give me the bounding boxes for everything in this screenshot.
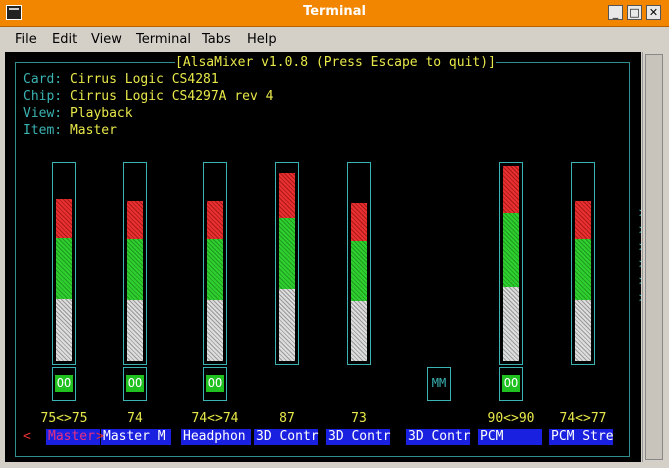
mute-toggle[interactable]: MM bbox=[427, 367, 451, 401]
level-fill-high bbox=[575, 200, 591, 240]
maximize-button[interactable]: □ bbox=[627, 5, 642, 20]
mute-state: OO bbox=[206, 375, 224, 392]
selection-arrow: > bbox=[96, 429, 104, 444]
menu-file[interactable]: File bbox=[15, 32, 37, 47]
level-fill-mid bbox=[56, 237, 72, 300]
menu-tabs[interactable]: Tabs bbox=[202, 32, 231, 47]
level-fill-low bbox=[207, 300, 223, 361]
volume-slider[interactable] bbox=[203, 162, 227, 365]
volume-slider[interactable] bbox=[347, 162, 371, 365]
volume-slider[interactable] bbox=[52, 162, 76, 365]
volume-slider[interactable] bbox=[123, 162, 147, 365]
level-fill-low bbox=[279, 289, 295, 361]
title-bar[interactable]: Terminal _ □ ✕ bbox=[0, 0, 669, 27]
info-view: View: Playback bbox=[23, 106, 133, 121]
channel-label[interactable]: PCM bbox=[478, 429, 542, 445]
mute-state: OO bbox=[55, 375, 73, 392]
volume-slider[interactable] bbox=[275, 162, 299, 365]
volume-value: 74<>77 bbox=[559, 411, 607, 426]
info-card: Card: Cirrus Logic CS4281 bbox=[23, 72, 219, 87]
volume-value: 74 bbox=[127, 411, 143, 426]
level-fill-high bbox=[127, 200, 143, 240]
minimize-button[interactable]: _ bbox=[608, 5, 623, 20]
volume-value: 90<>90 bbox=[487, 411, 535, 426]
info-item: Item: Master bbox=[23, 123, 117, 138]
level-fill-mid bbox=[503, 212, 519, 287]
mute-toggle[interactable]: OO bbox=[52, 367, 76, 401]
menu-help[interactable]: Help bbox=[247, 32, 277, 47]
level-fill-mid bbox=[575, 239, 591, 301]
mute-state: OO bbox=[502, 375, 520, 392]
more-right-arrow: > bbox=[639, 274, 641, 289]
channel-label[interactable]: Headphon bbox=[181, 429, 251, 445]
menu-edit[interactable]: Edit bbox=[52, 32, 77, 47]
info-chip: Chip: Cirrus Logic CS4297A rev 4 bbox=[23, 89, 274, 104]
close-button[interactable]: ✕ bbox=[646, 5, 661, 20]
volume-slider[interactable] bbox=[571, 162, 595, 365]
channel-label[interactable]: 3D Contr bbox=[406, 429, 471, 445]
level-fill-high bbox=[351, 202, 367, 241]
level-fill-low bbox=[127, 300, 143, 361]
more-right-arrow: > bbox=[639, 257, 641, 272]
volume-value: 75<>75 bbox=[40, 411, 88, 426]
scrollbar[interactable] bbox=[642, 52, 665, 462]
level-fill-mid bbox=[127, 239, 143, 301]
terminal-window: Terminal _ □ ✕ File Edit View Terminal T… bbox=[0, 0, 669, 468]
volume-value: 74<>74 bbox=[191, 411, 239, 426]
channel-label[interactable]: Master M bbox=[101, 429, 171, 445]
level-fill-high bbox=[56, 198, 72, 238]
level-fill-high bbox=[207, 200, 223, 240]
volume-slider[interactable] bbox=[499, 162, 523, 365]
level-fill-low bbox=[351, 300, 367, 361]
more-right-arrow: > bbox=[639, 240, 641, 255]
volume-value: 87 bbox=[279, 411, 295, 426]
mixer-frame bbox=[15, 62, 630, 457]
volume-value: 73 bbox=[351, 411, 367, 426]
mute-toggle[interactable]: OO bbox=[203, 367, 227, 401]
channel-label[interactable]: Master bbox=[46, 429, 100, 445]
menu-terminal[interactable]: Terminal bbox=[136, 32, 191, 47]
more-right-arrow: > bbox=[639, 291, 641, 306]
level-fill-mid bbox=[351, 240, 367, 301]
level-fill-mid bbox=[207, 239, 223, 301]
level-fill-low bbox=[56, 299, 72, 361]
mute-state: OO bbox=[126, 375, 144, 392]
level-fill-mid bbox=[279, 217, 295, 290]
mute-state: MM bbox=[431, 376, 447, 390]
menu-bar: File Edit View Terminal Tabs Help bbox=[0, 27, 669, 51]
more-right-arrow: > bbox=[639, 206, 641, 221]
mute-toggle[interactable]: OO bbox=[499, 367, 523, 401]
channel-label[interactable]: 3D Contr bbox=[326, 429, 391, 445]
level-fill-low bbox=[575, 300, 591, 361]
level-fill-high bbox=[503, 166, 519, 213]
menu-view[interactable]: View bbox=[91, 32, 122, 47]
more-right-arrow: > bbox=[639, 223, 641, 238]
level-fill-high bbox=[279, 172, 295, 218]
terminal-area[interactable]: [AlsaMixer v1.0.8 (Press Escape to quit)… bbox=[5, 52, 641, 462]
scrollbar-thumb[interactable] bbox=[645, 54, 663, 460]
nav-left-arrow: < bbox=[23, 429, 31, 444]
channel-label[interactable]: PCM Stre bbox=[549, 429, 614, 445]
window-title: Terminal bbox=[303, 4, 366, 19]
mute-toggle[interactable]: OO bbox=[123, 367, 147, 401]
channel-label[interactable]: 3D Contr bbox=[254, 429, 319, 445]
level-fill-low bbox=[503, 286, 519, 361]
mixer-header: [AlsaMixer v1.0.8 (Press Escape to quit)… bbox=[175, 55, 496, 70]
